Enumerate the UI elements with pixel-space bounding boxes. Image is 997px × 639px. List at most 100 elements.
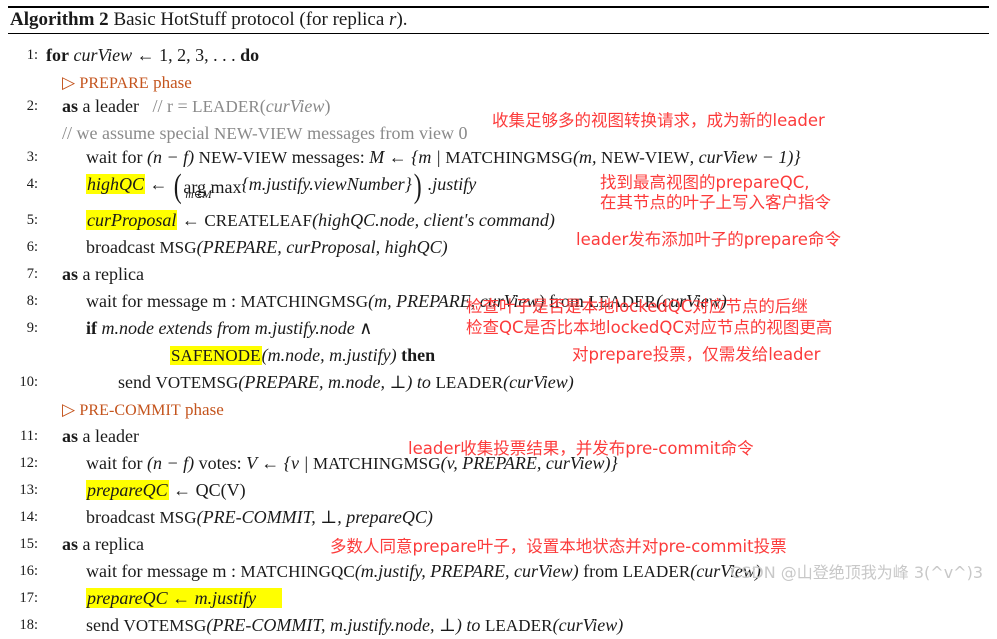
line-18-code: send VOTEMSG(PRE-COMMIT, m.justify.node,…	[86, 612, 623, 639]
code-line-1: 1: for curView ← 1, 2, 3, . . . do	[0, 42, 997, 69]
msg-new-view: NEW-VIEW	[198, 148, 288, 167]
matching-args-close: , curView − 1)}	[689, 147, 801, 167]
leader-curview-args: (curView)	[503, 372, 574, 392]
paren-open: (	[173, 168, 182, 205]
kw-then: then	[401, 345, 436, 365]
kw-if: if	[86, 318, 97, 338]
phase-precommit-code: ▷ PRE-COMMIT phase	[62, 396, 224, 424]
line-16-code: wait for message m : MATCHINGQC(m.justif…	[86, 558, 761, 585]
fn-msg: MSG	[159, 238, 197, 257]
role-replica: a replica	[78, 534, 144, 554]
kw-do: do	[240, 45, 260, 65]
leader-curview-args: (curView)	[552, 615, 624, 635]
role-replica: a replica	[78, 264, 144, 284]
kw-wait-msg: wait for message m :	[86, 561, 241, 581]
code-line-13: 13: prepareQC ← QC(V)	[0, 477, 997, 504]
line-number-14: 14:	[19, 509, 38, 525]
fn-leader: LEADER	[622, 562, 691, 581]
algorithm-block: Algorithm 2 Basic HotStuff protocol (for…	[0, 0, 997, 635]
line-11-code: as a leader	[62, 423, 139, 450]
phase-marker-icon: ▷	[62, 400, 76, 419]
line-number-4: 4:	[26, 176, 38, 192]
kw-for: for	[46, 45, 69, 65]
kw-broadcast: broadcast	[86, 507, 160, 527]
line-13-code: prepareQC ← QC(V)	[86, 477, 246, 504]
algorithm-title-prefix: Algorithm 2	[10, 9, 109, 30]
line-number-1: 1:	[26, 47, 38, 63]
line-10-code: send VOTEMSG(PREPARE, m.node, ⊥) to LEAD…	[118, 369, 574, 396]
highlight-safenode: SAFENODE	[170, 346, 262, 365]
phase-precommit-suffix: phase	[180, 400, 224, 419]
fn-matchingmsg: MATCHINGMSG	[240, 292, 369, 311]
line-5-code: curProposal ← CREATELEAF(highQC.node, cl…	[86, 207, 555, 234]
kw-wait-msg: wait for message m :	[86, 291, 241, 311]
kw-wait-for: wait for	[86, 147, 147, 167]
algorithm-title-suffix: ).	[396, 9, 408, 30]
argmax-body: {m.justify.viewNumber}	[241, 174, 412, 194]
kw-send: send	[86, 615, 124, 635]
kw-broadcast: broadcast	[86, 237, 160, 257]
code-line-3: 3: wait for (n − f) NEW-VIEW messages: M…	[0, 144, 997, 171]
assign-arrow: ←	[168, 480, 196, 500]
line-number-9: 9:	[26, 320, 38, 336]
votemsg-precommit-args: (PRE-COMMIT, m.justify.node, ⊥) to	[206, 615, 485, 635]
line-9-cont-code: SAFENODE(m.node, m.justify) then	[170, 342, 435, 369]
line-1-code: for curView ← 1, 2, 3, . . . do	[46, 42, 259, 69]
phase-precommit-name: PRE-COMMIT	[79, 402, 181, 419]
code-line-4: 4: highQC ← (arg max m∈M {m.justify.viewNu…	[0, 168, 997, 207]
line-number-13: 13:	[19, 482, 38, 498]
fn-leader: LEADER	[484, 616, 553, 635]
fn-createleaf: CREATELEAF	[204, 211, 313, 230]
arg-curview: curView	[265, 96, 325, 116]
code-line-10: 10: send VOTEMSG(PREPARE, m.node, ⊥) to …	[0, 369, 997, 396]
qc-of-v: QC(V)	[195, 480, 246, 500]
phase-label-precommit: ▷ PRE-COMMIT phase	[0, 396, 997, 423]
fn-msg: MSG	[159, 508, 197, 527]
code-line-14: 14: broadcast MSG(PRE-COMMIT, ⊥, prepare…	[0, 504, 997, 531]
msg-prepare-args: (PREPARE, curProposal, highQC)	[196, 237, 448, 257]
quorum-nf: (n − f)	[146, 147, 199, 167]
code-line-17: 17: prepareQC ← m.justify	[0, 585, 997, 612]
fn-votemsg: VOTEMSG	[123, 616, 207, 635]
safenode-args: (m.node, m.justify)	[261, 345, 402, 365]
code-line-18: 18: send VOTEMSG(PRE-COMMIT, m.justify.n…	[0, 612, 997, 639]
annotation-collect-newview: 收集足够多的视图转换请求，成为新的leader	[492, 111, 825, 130]
phase-prepare-suffix: phase	[148, 73, 192, 92]
annotation-vote-prepare: 对prepare投票，仅需发给leader	[572, 345, 821, 364]
annotation-leader-broadcast-prepare: leader发布添加叶子的prepare命令	[576, 230, 841, 249]
fn-matchingqc: MATCHINGQC	[240, 562, 355, 581]
annotation-check-qc-higher-view: 检查QC是否比本地lockedQC对应节点的视图更高	[466, 318, 833, 337]
line-number-10: 10:	[19, 374, 38, 390]
assign-arrow: ←	[177, 210, 205, 230]
comment-leader-eq: // r = LEADER(curView)	[152, 96, 331, 116]
votemsg-prepare-args: (PREPARE, m.node, ⊥) to	[238, 372, 436, 392]
line-number-8: 8:	[26, 293, 38, 309]
annotation-find-highest-qc: 找到最高视图的prepareQC,	[600, 173, 810, 192]
token-prepareqc: prepareQC	[87, 480, 168, 500]
code-line-9-cont: SAFENODE(m.node, m.justify) then	[0, 342, 997, 369]
kw-from: from	[578, 561, 623, 581]
algorithm-title-rest: Basic HotStuff protocol (for replica	[108, 9, 390, 30]
line-number-11: 11:	[20, 428, 38, 444]
algorithm-title-rule	[8, 33, 989, 34]
comment-newview-code: // we assume special NEW-VIEW messages f…	[62, 120, 468, 147]
argmax-subscript: m∈M	[185, 189, 212, 201]
line-number-17: 17:	[19, 590, 38, 606]
annotation-check-leaf-successor: 检查叶子是否是本地lockedQC对应节点的后继	[466, 297, 808, 316]
line-4-code: highQC ← (arg max m∈M {m.justify.viewNumbe…	[86, 168, 476, 205]
highlight-highqc: highQC	[86, 174, 146, 194]
line-number-15: 15:	[19, 536, 38, 552]
line-number-6: 6:	[26, 239, 38, 255]
code-line-7: 7: as a replica	[0, 261, 997, 288]
line-number-5: 5:	[26, 212, 38, 228]
algorithm-title: Algorithm 2 Basic HotStuff protocol (for…	[10, 9, 408, 31]
kw-as: as	[62, 426, 79, 446]
matchingqc-args: (m.justify, PREPARE, curView)	[354, 561, 579, 581]
phase-label-prepare: ▷ PREPARE phase	[0, 69, 997, 93]
quorum-nf: (n − f)	[146, 453, 199, 473]
watermark-text: CSDN @山登绝顶我为峰 3(^v^)3	[730, 563, 983, 582]
phase-marker-icon: ▷	[62, 73, 76, 92]
kw-as: as	[62, 264, 79, 284]
loop-range: ← 1, 2, 3, . . .	[132, 45, 241, 65]
algorithm-top-rule	[8, 6, 989, 8]
